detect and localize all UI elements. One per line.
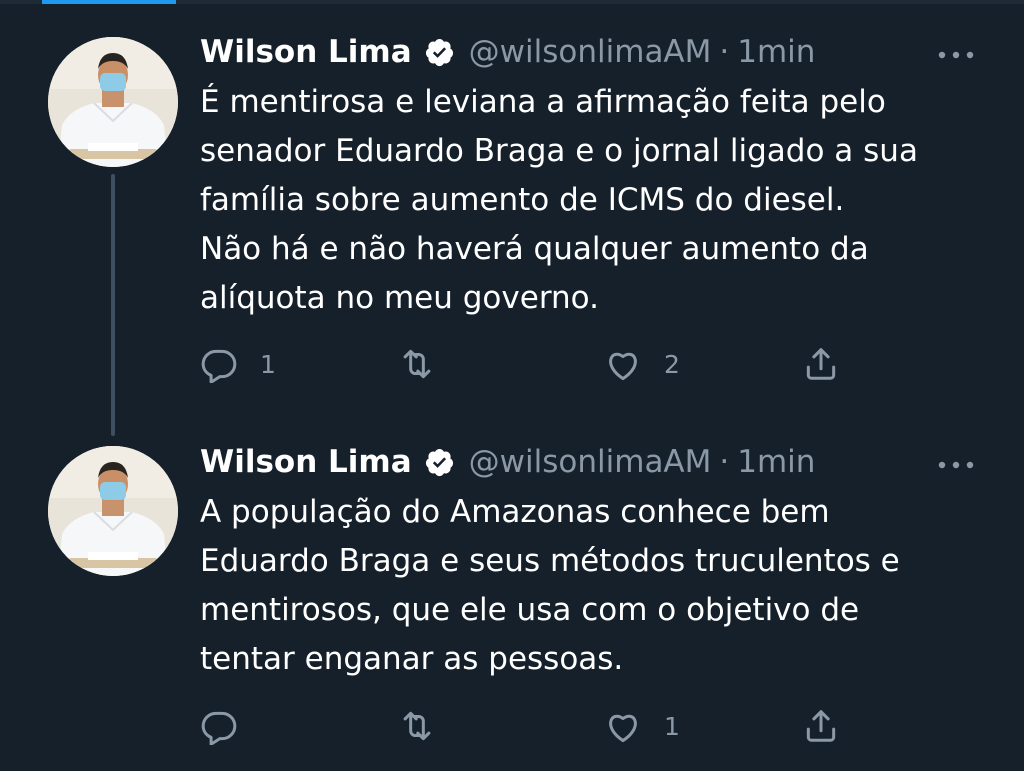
tweet-text: A população do Amazonas conhece bem Edua… xyxy=(200,488,990,684)
tweet-text-line: senador Eduardo Braga e o jornal ligado … xyxy=(200,133,918,169)
retweet-button[interactable] xyxy=(398,342,458,386)
tweet-text-line: família sobre aumento de ICMS do diesel. xyxy=(200,182,845,218)
timestamp[interactable]: 1min xyxy=(737,444,815,480)
like-count: 1 xyxy=(664,711,680,741)
tweet-text-line: tentar enganar as pessoas. xyxy=(200,641,624,677)
tweet-text-line: mentirosos, que ele usa com o objetivo d… xyxy=(200,592,860,628)
share-icon xyxy=(802,707,840,745)
share-button[interactable] xyxy=(802,342,840,386)
author-name[interactable]: Wilson Lima xyxy=(200,444,412,480)
author-handle[interactable]: @wilsonlimaAM xyxy=(469,444,712,480)
reply-button[interactable]: 1 xyxy=(200,342,276,386)
share-icon xyxy=(802,345,840,383)
timestamp[interactable]: 1min xyxy=(737,34,815,70)
tweet-header: Wilson Lima @wilsonlimaAM · 1min xyxy=(200,32,815,72)
retweet-icon xyxy=(398,707,436,745)
separator-dot: · xyxy=(719,444,730,480)
verified-badge-icon xyxy=(424,447,455,478)
retweet-button[interactable] xyxy=(398,704,458,748)
tweet[interactable]: Wilson Lima @wilsonlimaAM · 1min É menti… xyxy=(0,32,1024,432)
tweet-text-line: alíquota no meu governo. xyxy=(200,280,599,316)
tweet-text-line: A população do Amazonas conhece bem xyxy=(200,494,830,530)
share-button[interactable] xyxy=(802,704,840,748)
verified-badge-icon xyxy=(424,37,455,68)
active-tab-indicator xyxy=(42,0,176,4)
like-button[interactable]: 2 xyxy=(604,342,680,386)
like-count: 2 xyxy=(664,349,680,379)
tweet-actions: 1 xyxy=(0,704,1024,748)
separator-dot: · xyxy=(719,34,730,70)
avatar[interactable] xyxy=(48,446,178,576)
tweet-header: Wilson Lima @wilsonlimaAM · 1min xyxy=(200,442,815,482)
tweet-text-line: Não há e não haverá qualquer aumento da xyxy=(200,231,869,267)
like-icon xyxy=(604,707,642,745)
like-icon xyxy=(604,345,642,383)
more-icon[interactable] xyxy=(936,456,976,469)
reply-button[interactable] xyxy=(200,704,260,748)
like-button[interactable]: 1 xyxy=(604,704,680,748)
avatar[interactable] xyxy=(48,37,178,167)
reply-count: 1 xyxy=(260,349,276,379)
author-handle[interactable]: @wilsonlimaAM xyxy=(469,34,712,70)
more-icon[interactable] xyxy=(936,46,976,59)
tweet-actions: 1 2 xyxy=(0,342,1024,386)
tweet[interactable]: Wilson Lima @wilsonlimaAM · 1min A popul… xyxy=(0,442,1024,771)
reply-icon xyxy=(200,345,238,383)
retweet-icon xyxy=(398,345,436,383)
tweet-text: É mentirosa e leviana a afirmação feita … xyxy=(200,78,990,323)
tweet-text-line: É mentirosa e leviana a afirmação feita … xyxy=(200,84,886,120)
tweet-text-line: Eduardo Braga e seus métodos truculentos… xyxy=(200,543,900,579)
author-name[interactable]: Wilson Lima xyxy=(200,34,412,70)
reply-icon xyxy=(200,707,238,745)
